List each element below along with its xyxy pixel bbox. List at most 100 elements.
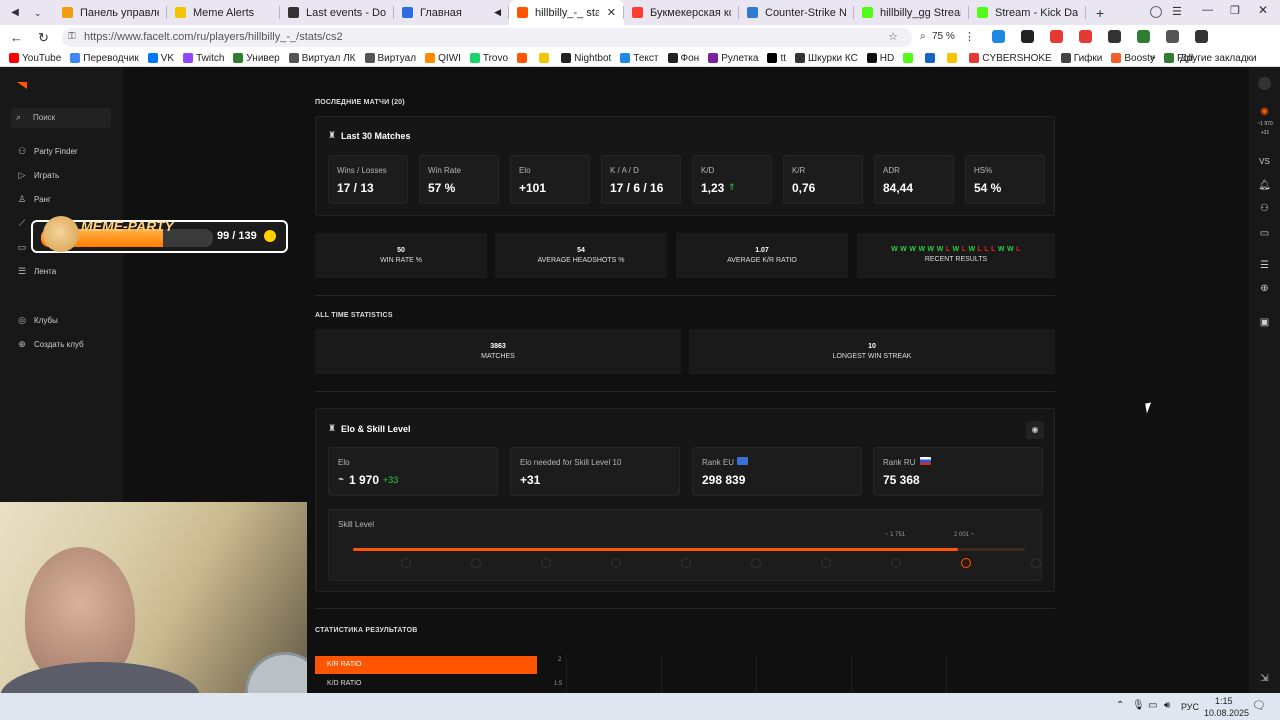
sidebar-toggle-icon[interactable]: ◀ xyxy=(8,6,22,20)
tab-kd-ratio[interactable]: K/D RATIO xyxy=(315,675,537,693)
bookmark-item[interactable]: YouTube xyxy=(9,53,61,64)
bookmark-item[interactable]: QIWI xyxy=(425,53,461,64)
versus-icon[interactable]: VS xyxy=(1258,155,1271,168)
bookmark-item[interactable]: Фон xyxy=(667,53,699,64)
chip-icon[interactable]: ▣ xyxy=(1258,316,1271,329)
skill-track xyxy=(353,548,1025,551)
bookmark-item[interactable]: Виртуал xyxy=(364,53,416,64)
bookmark-item[interactable]: Рулетка xyxy=(708,53,758,64)
bookmark-star-icon[interactable]: ☆ xyxy=(888,30,898,43)
search-box[interactable]: ⌕ Поиск xyxy=(11,108,111,128)
extension-icon[interactable] xyxy=(1137,30,1150,43)
back-button[interactable]: ← xyxy=(10,30,23,45)
bookmark-item[interactable]: Nightbot xyxy=(561,53,611,64)
extension-icon[interactable] xyxy=(1050,30,1063,43)
browser-tab[interactable]: hillbilly_-_ stats - FA ✕ xyxy=(509,0,624,25)
browser-tab[interactable]: Meme Alerts xyxy=(167,0,280,25)
bookmark-item[interactable]: Универ xyxy=(233,53,280,64)
nav-feed[interactable]: ☰ Лента xyxy=(17,266,56,276)
more-icon[interactable]: ⋮ xyxy=(964,30,975,43)
chart-tick: 1.5 xyxy=(554,681,563,687)
bookmark-item[interactable] xyxy=(925,53,938,63)
tab-list-chevron-icon[interactable]: ⌄ xyxy=(34,6,48,20)
nav-label: Играть xyxy=(34,170,60,180)
bell-icon[interactable]: 🔔︎ xyxy=(1258,179,1271,192)
elo-stat-tile: Rank RU 75 368 xyxy=(873,447,1043,496)
bookmark-item[interactable]: Виртуал ЛК xyxy=(288,53,356,64)
nav-create-club[interactable]: ⊕ Создать клуб xyxy=(17,339,83,349)
browser-tab[interactable]: hillbilly_gg Stream - W xyxy=(854,0,969,25)
tray-chevron-icon[interactable]: ⌃ xyxy=(1116,700,1124,711)
bookmark-item[interactable]: Переводчик xyxy=(70,53,139,64)
menu-icon[interactable]: ☰ xyxy=(1172,5,1182,18)
zoom-level[interactable]: 75 % xyxy=(932,31,955,42)
bookmark-item[interactable]: Гифки xyxy=(1060,53,1102,64)
close-tab-icon[interactable]: ✕ xyxy=(607,6,616,19)
mic-icon[interactable]: 🎙︎ xyxy=(1132,700,1145,711)
bookmark-item[interactable]: Текст xyxy=(620,53,659,64)
mute-tab-icon[interactable]: ◀ xyxy=(494,7,501,18)
bookmark-item[interactable] xyxy=(517,53,530,63)
bookmark-item[interactable]: Boosty xyxy=(1111,53,1155,64)
nav-rank[interactable]: ♙ Ранг xyxy=(17,194,51,204)
alltime-text: MATCHES xyxy=(481,353,515,360)
extension-icon[interactable] xyxy=(1195,30,1208,43)
faceit-logo-icon[interactable] xyxy=(17,82,27,89)
security-icon[interactable]: ⚿ xyxy=(68,31,76,42)
profile-icon[interactable] xyxy=(1150,6,1162,18)
nav-label: Лента xyxy=(34,266,57,276)
close-window-button[interactable]: ✕ xyxy=(1258,3,1268,17)
other-bookmarks[interactable]: Другие закладки xyxy=(1180,53,1257,64)
browser-tab[interactable]: Last events - Donate xyxy=(280,0,394,25)
tab-kr-ratio[interactable]: K/R RATIO xyxy=(315,656,537,674)
bookmark-item[interactable] xyxy=(947,53,960,63)
bookmark-item[interactable]: Trovo xyxy=(469,53,508,64)
extension-icon[interactable] xyxy=(1079,30,1092,43)
visibility-button[interactable]: ◉ xyxy=(1026,421,1044,439)
party-icon[interactable]: ☰ xyxy=(1258,259,1271,272)
bookmark-favicon-icon xyxy=(364,53,375,63)
chat-icon[interactable]: ▭ xyxy=(1258,227,1271,240)
bookmark-item[interactable]: Twitch xyxy=(183,53,224,64)
extension-icon[interactable] xyxy=(1108,30,1121,43)
bookmark-item[interactable]: tt xyxy=(767,53,786,64)
browser-tab[interactable]: Stream - Kick Dashbo xyxy=(969,0,1086,25)
bookmark-item[interactable] xyxy=(539,53,552,63)
collapse-icon[interactable]: ⇲ xyxy=(1258,672,1271,685)
result-letter: W xyxy=(997,246,1005,253)
nav-play[interactable]: ▷ Играть xyxy=(17,170,60,180)
language-indicator[interactable]: РУС xyxy=(1181,702,1199,712)
bookmark-label: VK xyxy=(160,52,175,64)
more-bookmarks-icon[interactable]: » xyxy=(1150,52,1156,63)
level-icon[interactable]: ◉ xyxy=(1258,105,1271,118)
zoom-icon[interactable]: ⌕ xyxy=(920,31,926,42)
avatar-icon[interactable] xyxy=(1258,77,1271,90)
extension-icon[interactable] xyxy=(1166,30,1179,43)
volume-icon[interactable]: 🔊︎ xyxy=(1164,700,1170,711)
restore-button[interactable]: ❐ xyxy=(1230,4,1240,17)
browser-tab[interactable]: Панель управления xyxy=(54,0,167,25)
bookmark-item[interactable] xyxy=(903,53,916,63)
extension-icon[interactable] xyxy=(992,30,1005,43)
browser-tab[interactable]: Counter-Strike News xyxy=(739,0,854,25)
last30-stat-tile: Win Rate 57 % xyxy=(419,155,499,204)
add-icon[interactable]: ⊕ xyxy=(1258,282,1271,295)
nav-clubs[interactable]: ◎ Клубы xyxy=(17,315,58,325)
network-icon[interactable]: ▭ xyxy=(1148,700,1157,711)
bookmark-item[interactable]: CYBERSHOKE xyxy=(969,53,1052,64)
browser-tab[interactable]: Букмекерская конто xyxy=(624,0,739,25)
clock-time[interactable]: 1:15 xyxy=(1215,696,1233,706)
browser-tab[interactable]: Главная ◀ xyxy=(394,0,509,25)
notifications-icon[interactable]: 🗨︎ xyxy=(1252,699,1266,712)
friends-icon[interactable]: ⚇ xyxy=(1258,202,1271,215)
nav-party-finder[interactable]: ⚇ Party Finder xyxy=(17,146,78,156)
url-field[interactable]: ⚿ https://www.facelt.com/ru/players/hill… xyxy=(62,28,912,47)
bookmark-item[interactable]: HD xyxy=(866,53,894,64)
extension-icon[interactable] xyxy=(1021,30,1034,43)
bookmark-item[interactable]: Шкурки КС xyxy=(795,53,858,64)
reload-button[interactable]: ↻ xyxy=(38,30,49,46)
bookmark-item[interactable]: VK xyxy=(147,52,175,64)
clock-date[interactable]: 10.08.2025 xyxy=(1204,708,1249,718)
new-tab-button[interactable]: + xyxy=(1096,5,1104,21)
minimize-button[interactable]: — xyxy=(1202,4,1213,16)
